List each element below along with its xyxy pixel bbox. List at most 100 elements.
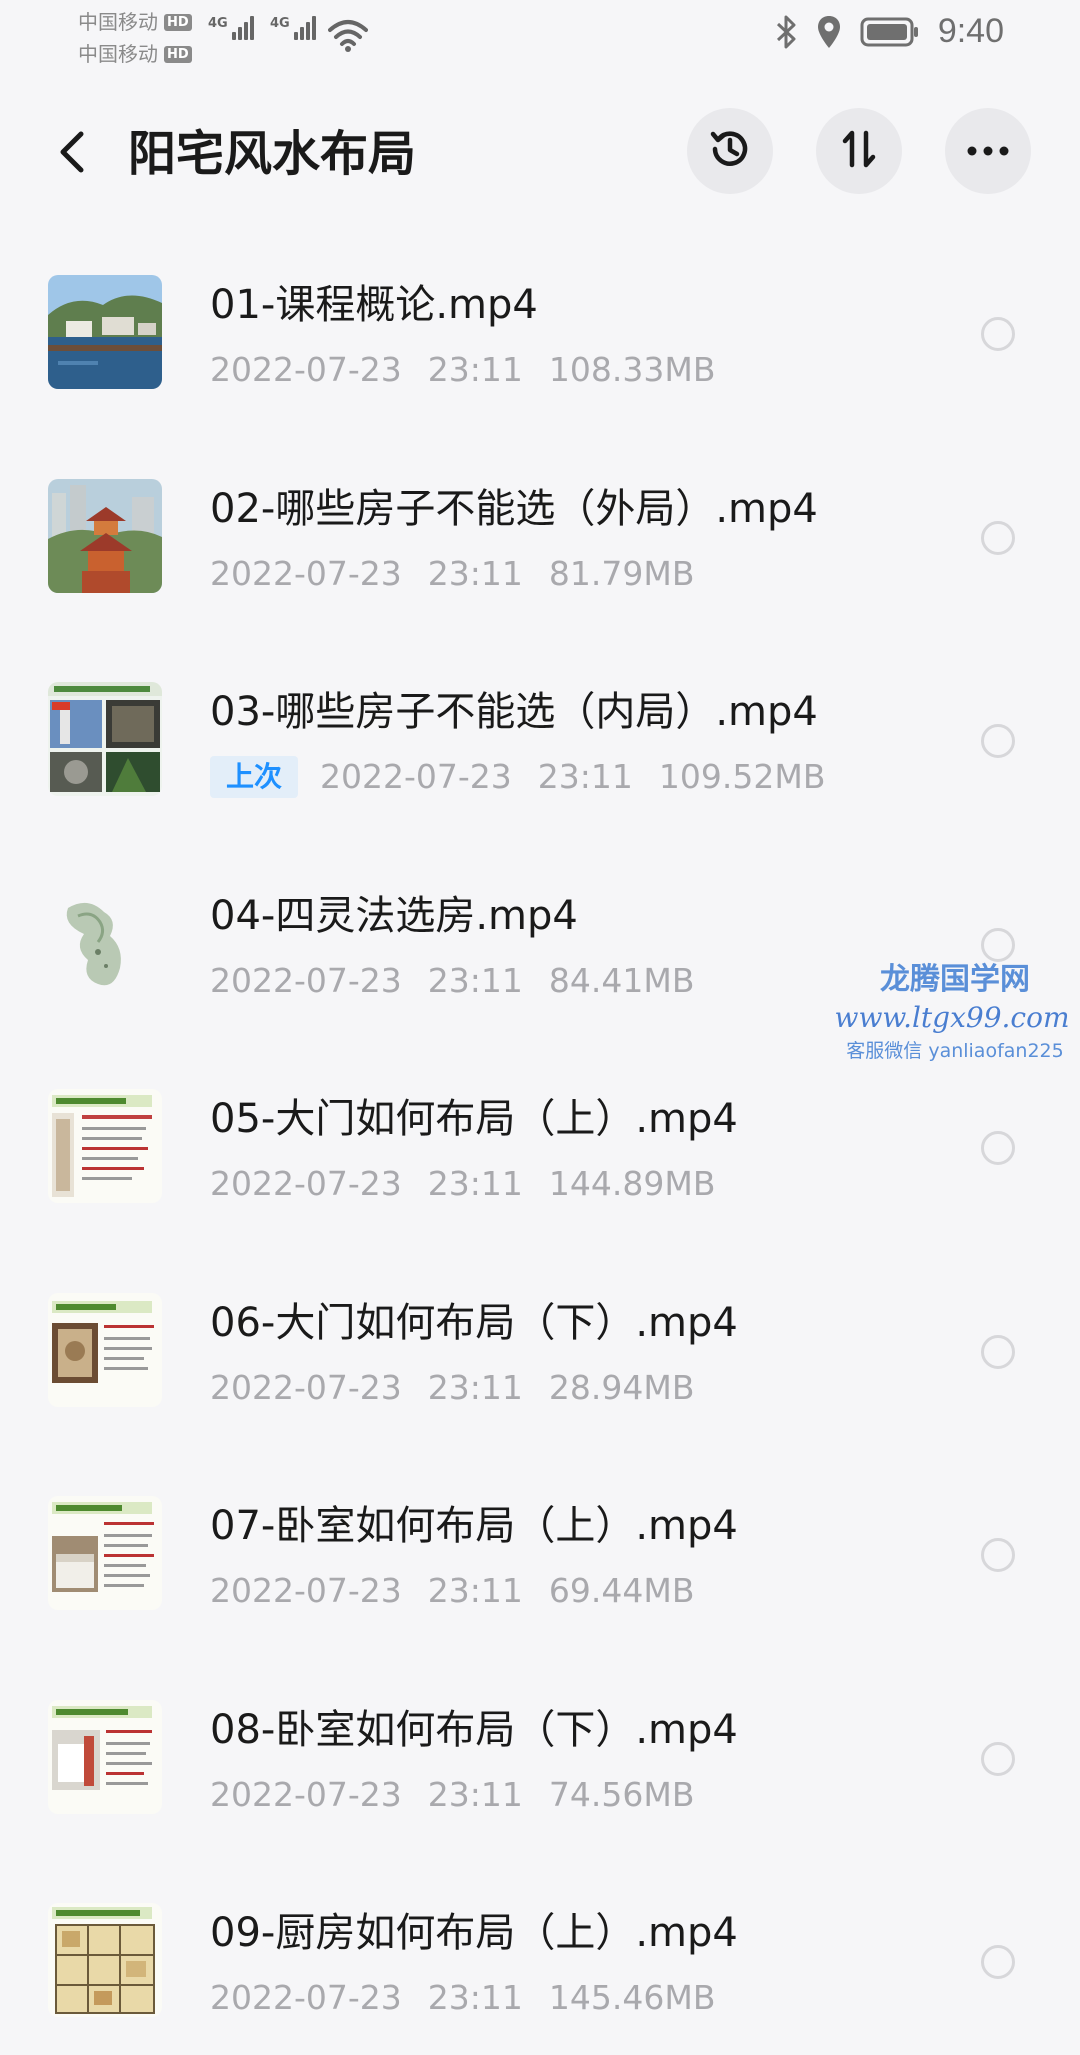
file-meta: 2022-07-23 23:11 74.56MB: [210, 1773, 694, 1817]
file-name: 05-大门如何布局（上）.mp4: [210, 1096, 738, 1142]
screen: 中国移动 HD 中国移动 HD 4G 4G 9:40 阳宅风水布局 01-课程概…: [0, 0, 1080, 2055]
file-date: 2022-07-23: [210, 350, 402, 389]
file-item[interactable]: 02-哪些房子不能选（外局）.mp4 2022-07-23 23:11 81.7…: [0, 434, 1080, 638]
video-thumbnail: [48, 478, 162, 593]
file-item[interactable]: 07-卧室如何布局（上）.mp4 2022-07-23 23:11 69.44M…: [0, 1451, 1080, 1655]
file-meta: 2022-07-23 23:11 28.94MB: [210, 1366, 694, 1410]
history-button[interactable]: [687, 108, 773, 194]
file-size: 109.52MB: [658, 757, 826, 796]
select-radio[interactable]: [981, 1334, 1015, 1369]
watermark-url: www.ltgx99.com: [834, 1001, 1070, 1034]
file-name: 03-哪些房子不能选（内局）.mp4: [210, 689, 818, 735]
file-size: 69.44MB: [548, 1571, 695, 1610]
watermark-title: 龙腾国学网: [880, 962, 1030, 997]
file-date: 2022-07-23: [210, 1164, 402, 1203]
file-item[interactable]: 08-卧室如何布局（下）.mp4 2022-07-23 23:11 74.56M…: [0, 1655, 1080, 1859]
status-right: 9:40: [774, 12, 1004, 51]
video-thumbnail: [48, 885, 162, 1000]
file-time: 23:11: [427, 1774, 523, 1814]
file-meta: 2022-07-23 23:11 145.46MB: [210, 1976, 715, 2020]
file-date: 2022-07-23: [210, 1774, 402, 1814]
file-date: 2022-07-23: [210, 1571, 402, 1610]
select-radio[interactable]: [981, 724, 1015, 758]
file-date: 2022-07-23: [210, 960, 402, 1000]
more-button[interactable]: [945, 108, 1031, 194]
file-time: 23:11: [427, 553, 523, 593]
file-time: 23:11: [427, 1978, 523, 2017]
file-name: 04-四灵法选房.mp4: [210, 892, 578, 939]
file-time: 23:11: [427, 1571, 523, 1610]
file-item[interactable]: 09-厨房如何布局（上）.mp4 2022-07-23 23:11 145.46…: [0, 1858, 1080, 2055]
file-size: 28.94MB: [548, 1367, 695, 1407]
file-time: 23:11: [427, 350, 523, 389]
watermark: 龙腾国学网 www.ltgx99.com 客服微信 yanliaofan225: [830, 960, 1080, 1064]
video-thumbnail: [48, 1496, 162, 1610]
signal-2-icon: 4G: [270, 16, 316, 40]
file-meta: 2022-07-23 23:11 108.33MB: [210, 348, 715, 392]
select-radio[interactable]: [981, 927, 1015, 962]
file-size: 74.56MB: [548, 1774, 695, 1814]
file-name: 07-卧室如何布局（上）.mp4: [210, 1503, 738, 1549]
file-size: 145.46MB: [548, 1978, 716, 2017]
watermark-contact: 客服微信 yanliaofan225: [846, 1040, 1064, 1062]
file-time: 23:11: [537, 757, 633, 796]
clock-time: 9:40: [937, 12, 1004, 50]
select-radio[interactable]: [981, 1131, 1015, 1165]
hd-badge: HD: [164, 45, 192, 63]
page-title: 阳宅风水布局: [128, 126, 417, 182]
video-thumbnail: [48, 682, 162, 796]
file-name: 08-卧室如何布局（下）.mp4: [210, 1706, 738, 1753]
network-2-label: 4G: [270, 16, 290, 31]
video-thumbnail: [48, 1089, 162, 1203]
video-thumbnail: [48, 1903, 162, 2017]
file-time: 23:11: [427, 1367, 523, 1407]
more-dots-icon: [966, 142, 1010, 161]
sort-button[interactable]: [816, 108, 902, 194]
carrier-2-label: 中国移动: [78, 42, 158, 66]
status-bar: 中国移动 HD 中国移动 HD 4G 4G 9:40: [0, 0, 1080, 80]
header: 阳宅风水布局: [0, 100, 1080, 210]
file-meta: 2022-07-23 23:11 81.79MB: [210, 552, 694, 596]
video-thumbnail: [48, 1292, 162, 1407]
file-item[interactable]: 05-大门如何布局（上）.mp4 2022-07-23 23:11 144.89…: [0, 1044, 1080, 1248]
bluetooth-icon: [774, 14, 798, 50]
file-size: 81.79MB: [548, 553, 695, 593]
last-played-badge: 上次: [210, 756, 299, 798]
file-list: 01-课程概论.mp4 2022-07-23 23:11 108.33MB 02…: [0, 230, 1080, 2055]
file-item[interactable]: 06-大门如何布局（下）.mp4 2022-07-23 23:11 28.94M…: [0, 1248, 1080, 1452]
sort-icon: [837, 127, 881, 175]
file-meta: 2022-07-23 23:11 69.44MB: [210, 1569, 694, 1613]
back-button[interactable]: [40, 122, 104, 186]
file-name: 06-大门如何布局（下）.mp4: [210, 1299, 738, 1346]
network-1-label: 4G: [208, 16, 228, 31]
carrier-info: 中国移动 HD 中国移动 HD: [78, 6, 192, 70]
location-icon: [816, 14, 842, 50]
select-radio[interactable]: [981, 1741, 1015, 1776]
select-radio[interactable]: [981, 1538, 1015, 1572]
select-radio[interactable]: [981, 1945, 1015, 1979]
file-size: 84.41MB: [548, 960, 695, 1000]
select-radio[interactable]: [981, 317, 1015, 351]
video-thumbnail: [48, 275, 162, 389]
select-radio[interactable]: [981, 520, 1015, 555]
video-thumbnail: [48, 1699, 162, 1814]
file-date: 2022-07-23: [210, 1978, 402, 2017]
file-name: 01-课程概论.mp4: [210, 282, 538, 328]
file-date: 2022-07-23: [210, 553, 402, 593]
history-icon: [706, 125, 754, 177]
file-name: 02-哪些房子不能选（外局）.mp4: [210, 485, 818, 532]
file-item[interactable]: 03-哪些房子不能选（内局）.mp4 上次 2022-07-23 23:11 1…: [0, 637, 1080, 841]
file-date: 2022-07-23: [210, 1367, 402, 1407]
signal-1-icon: 4G: [208, 16, 254, 40]
file-time: 23:11: [427, 1164, 523, 1203]
file-name: 09-厨房如何布局（上）.mp4: [210, 1910, 738, 1956]
file-meta: 2022-07-23 23:11 144.89MB: [210, 1162, 715, 1206]
battery-icon: [860, 17, 920, 47]
file-meta: 2022-07-23 23:11 84.41MB: [210, 959, 694, 1003]
file-size: 108.33MB: [548, 350, 716, 389]
file-time: 23:11: [427, 960, 523, 1000]
hd-badge: HD: [164, 13, 192, 31]
file-item[interactable]: 01-课程概论.mp4 2022-07-23 23:11 108.33MB: [0, 230, 1080, 434]
back-arrow-icon: [55, 130, 89, 178]
file-meta: 上次 2022-07-23 23:11 109.52MB: [210, 755, 826, 799]
